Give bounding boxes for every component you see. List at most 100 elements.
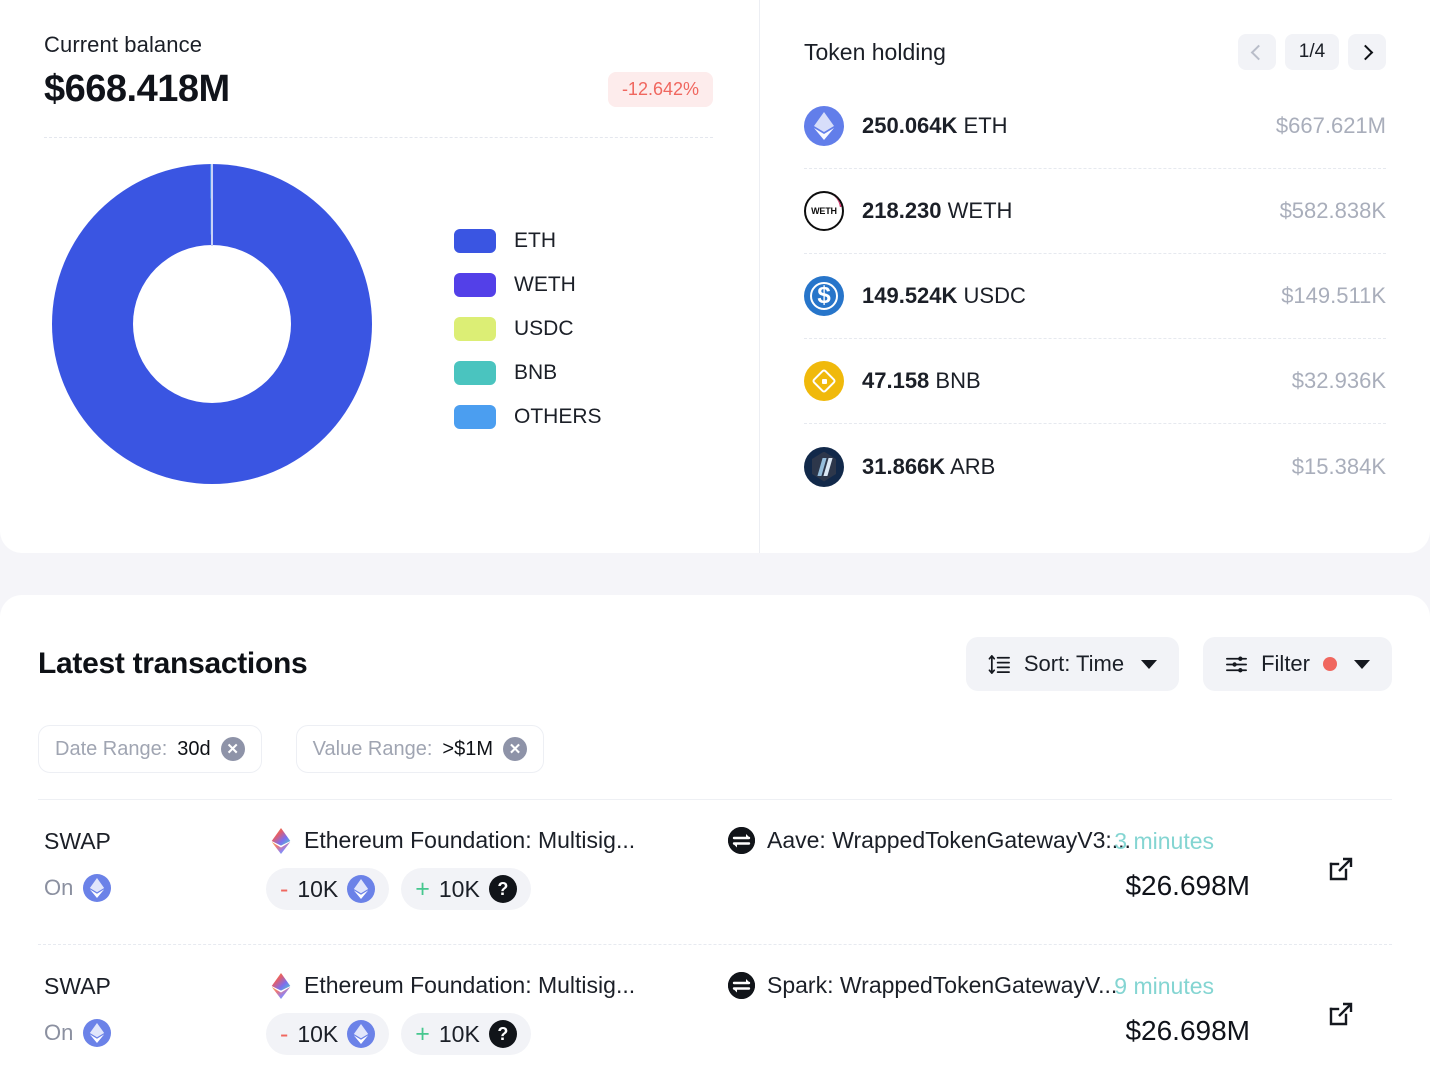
eth-token-icon	[347, 1020, 375, 1048]
eth-token-icon	[347, 875, 375, 903]
arb-token-icon	[804, 447, 844, 487]
token-holding-title: Token holding	[804, 39, 946, 66]
token-row[interactable]: WETH 218.230 WETH $582.838K	[804, 169, 1386, 254]
close-icon[interactable]: ✕	[503, 737, 527, 761]
token-amount: 250.064K	[862, 113, 957, 138]
to-label: Spark: WrappedTokenGatewayV...	[767, 972, 1117, 999]
token-holding-header: Token holding 1/4	[804, 34, 1386, 70]
plus-sign: +	[415, 875, 430, 904]
eth-network-icon	[83, 874, 111, 902]
minus-sign: -	[280, 875, 288, 904]
transaction-type: SWAP	[44, 973, 111, 1000]
swap-icon	[728, 827, 755, 854]
external-link-icon[interactable]	[1328, 1001, 1354, 1027]
legend-item-others[interactable]: OTHERS	[454, 405, 602, 429]
swap-icon	[728, 972, 755, 999]
sort-label: Sort: Time	[1024, 651, 1124, 677]
legend-label: ETH	[514, 229, 556, 253]
amount-in: 10K	[439, 876, 480, 903]
token-pagination: 1/4	[1238, 34, 1386, 70]
amount-out-pill[interactable]: - 10K	[266, 1013, 389, 1055]
token-row[interactable]: 250.064K ETH $667.621M	[804, 84, 1386, 169]
filter-button[interactable]: Filter	[1203, 637, 1392, 691]
filter-active-dot-icon	[1323, 657, 1337, 671]
on-label: On	[44, 1020, 73, 1046]
legend-item-weth[interactable]: WETH	[454, 273, 602, 297]
token-label: 47.158 BNB	[862, 368, 981, 394]
transaction-amounts: - 10K + 10K ?	[266, 868, 531, 910]
filter-chip-value-range[interactable]: Value Range: >$1M ✕	[296, 725, 544, 773]
minus-sign: -	[280, 1020, 288, 1049]
token-holding-panel: Token holding 1/4 250.064K ETH	[760, 0, 1430, 553]
latest-transactions-card: Latest transactions Sort: Time Filter	[0, 595, 1430, 1084]
transaction-type: SWAP	[44, 828, 111, 855]
amount-in-pill[interactable]: + 10K ?	[401, 868, 531, 910]
token-label: 250.064K ETH	[862, 113, 1008, 139]
token-value: $667.621M	[1276, 113, 1386, 139]
token-symbol: BNB	[935, 368, 980, 393]
legend-item-usdc[interactable]: USDC	[454, 317, 602, 341]
transaction-from[interactable]: Ethereum Foundation: Multisig...	[270, 827, 635, 854]
token-label: 31.866K ARB	[862, 454, 995, 480]
table-row[interactable]: SWAP On Eth	[38, 945, 1392, 1084]
legend-label: USDC	[514, 317, 574, 341]
filter-chip-date-range[interactable]: Date Range: 30d ✕	[38, 725, 262, 773]
chip-value: 30d	[177, 738, 210, 761]
chevron-down-icon	[1141, 660, 1157, 669]
legend-label: BNB	[514, 361, 557, 385]
token-symbol: ETH	[964, 113, 1008, 138]
amount-in-pill[interactable]: + 10K ?	[401, 1013, 531, 1055]
legend-item-eth[interactable]: ETH	[454, 229, 602, 253]
token-symbol: ARB	[950, 454, 995, 479]
close-icon[interactable]: ✕	[221, 737, 245, 761]
token-value: $149.511K	[1281, 283, 1386, 309]
rainbow-eth-icon	[270, 828, 292, 854]
legend-swatch-icon	[454, 317, 496, 341]
transaction-from[interactable]: Ethereum Foundation: Multisig...	[270, 972, 635, 999]
plus-sign: +	[415, 1020, 430, 1049]
amount-in: 10K	[439, 1021, 480, 1048]
table-row[interactable]: SWAP On Eth	[38, 800, 1392, 945]
amount-out: 10K	[297, 1021, 338, 1048]
usdc-token-icon: $	[804, 276, 844, 316]
donut-slice-divider	[211, 164, 213, 246]
token-row[interactable]: 31.866K ARB $15.384K	[804, 424, 1386, 509]
balance-change-badge: -12.642%	[608, 72, 713, 107]
overview-card: Current balance $668.418M -12.642% ETH	[0, 0, 1430, 553]
legend-item-bnb[interactable]: BNB	[454, 361, 602, 385]
sort-icon	[988, 653, 1011, 676]
chip-key: Value Range:	[313, 738, 433, 761]
page-indicator: 1/4	[1285, 34, 1339, 70]
on-label: On	[44, 875, 73, 901]
chevron-right-icon	[1358, 44, 1374, 60]
chevron-left-icon	[1251, 44, 1267, 60]
transactions-header: Latest transactions Sort: Time Filter	[38, 595, 1392, 691]
next-page-button[interactable]	[1348, 34, 1386, 70]
transaction-network: On	[44, 1019, 111, 1047]
weth-token-icon: WETH	[804, 191, 844, 231]
from-label: Ethereum Foundation: Multisig...	[304, 827, 635, 854]
transaction-to[interactable]: Aave: WrappedTokenGatewayV3:...	[728, 827, 1131, 854]
filter-label: Filter	[1261, 651, 1310, 677]
token-row[interactable]: $ 149.524K USDC $149.511K	[804, 254, 1386, 339]
balance-panel: Current balance $668.418M -12.642% ETH	[0, 0, 760, 553]
transaction-time: 9 minutes	[1114, 973, 1214, 1000]
token-amount: 31.866K	[862, 454, 945, 479]
external-link-icon[interactable]	[1328, 856, 1354, 882]
donut-chart[interactable]	[52, 164, 382, 494]
sort-button[interactable]: Sort: Time	[966, 637, 1179, 691]
divider	[44, 137, 713, 138]
unknown-token-icon: ?	[489, 1020, 517, 1048]
amount-out: 10K	[297, 876, 338, 903]
amount-out-pill[interactable]: - 10K	[266, 868, 389, 910]
token-row[interactable]: 47.158 BNB $32.936K	[804, 339, 1386, 424]
legend-swatch-icon	[454, 273, 496, 297]
token-amount: 218.230	[862, 198, 942, 223]
from-label: Ethereum Foundation: Multisig...	[304, 972, 635, 999]
transaction-to[interactable]: Spark: WrappedTokenGatewayV...	[728, 972, 1117, 999]
transactions-toolbar: Sort: Time Filter	[966, 637, 1392, 691]
balance-label: Current balance	[44, 32, 719, 58]
legend-swatch-icon	[454, 229, 496, 253]
prev-page-button[interactable]	[1238, 34, 1276, 70]
unknown-token-icon: ?	[489, 875, 517, 903]
